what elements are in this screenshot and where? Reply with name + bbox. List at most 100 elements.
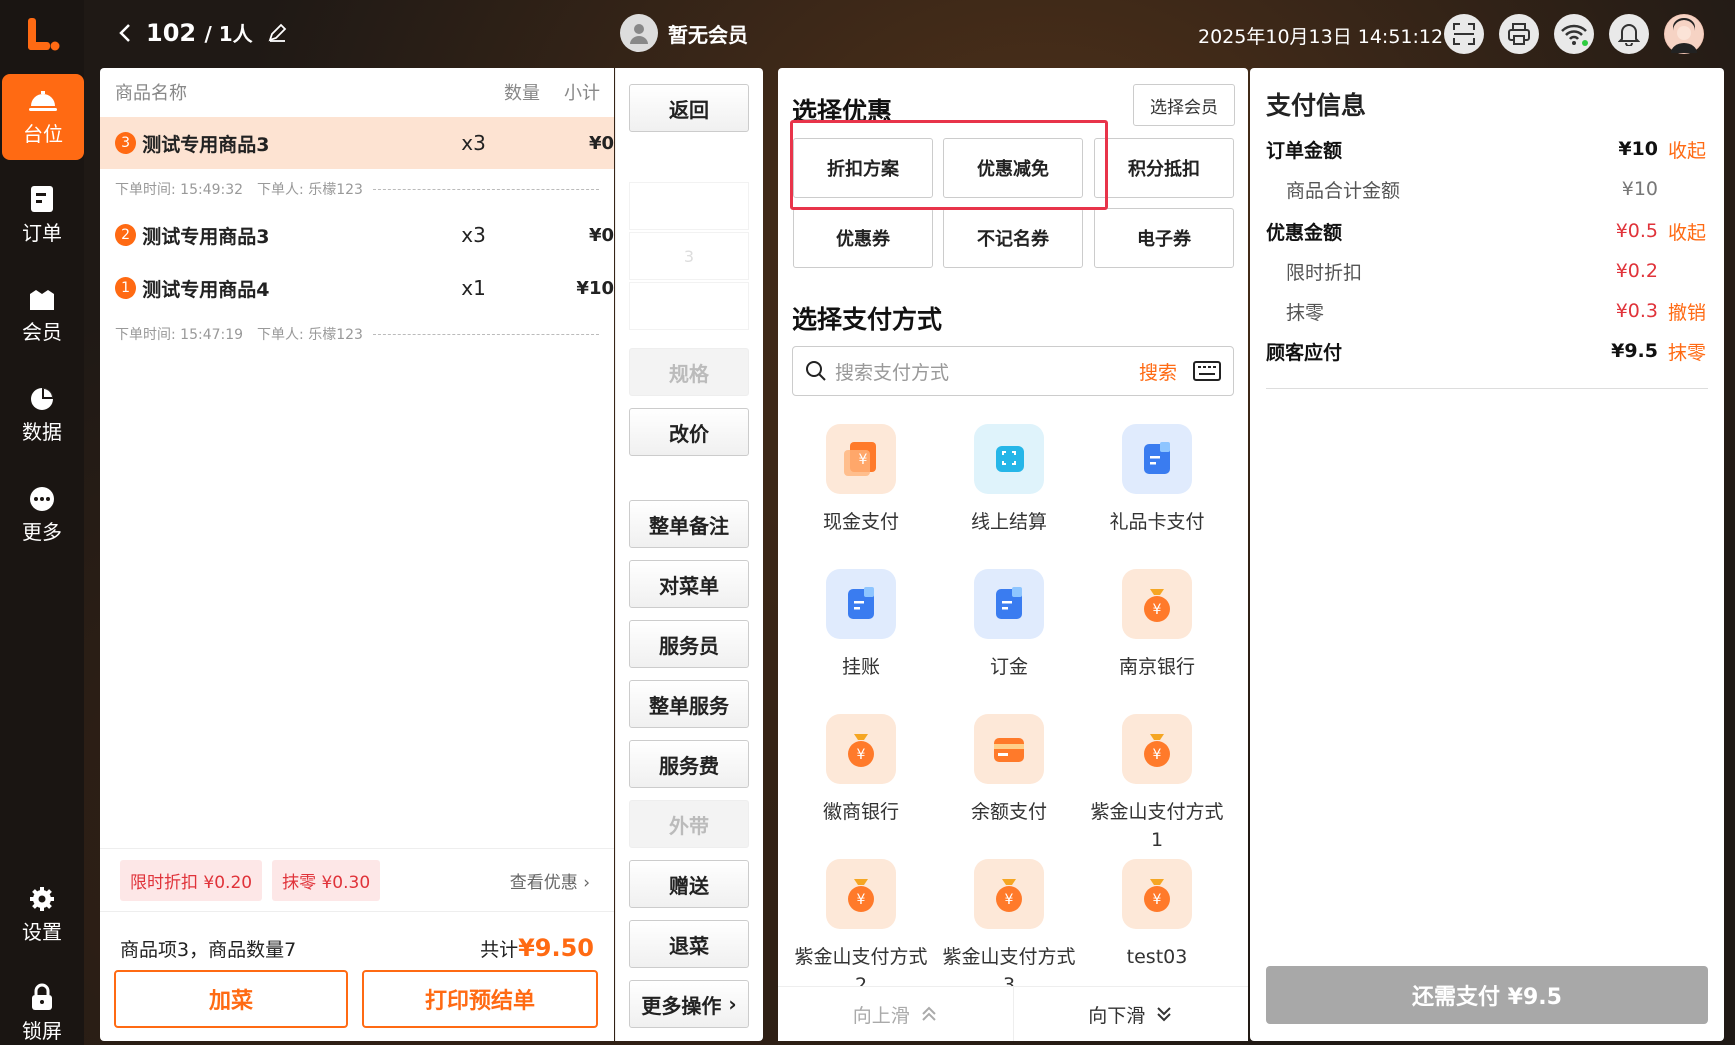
scan-button[interactable]	[1444, 14, 1484, 54]
payment-method-online[interactable]: 线上结算	[939, 424, 1079, 536]
order-panel: 商品名称 数量 小计 3 测试专用商品3 x3 ¥0 下单时间: 15:49:3…	[100, 68, 614, 1041]
payment-method-zijinshan-2[interactable]: ¥ 紫金山支付方式2	[791, 859, 931, 999]
sidebar-item-label: 订单	[22, 220, 62, 245]
svg-text:¥: ¥	[1005, 892, 1014, 908]
undo-rounding-button[interactable]: 撤销	[1668, 298, 1706, 325]
order-user: 下单人: 乐檬123	[257, 327, 363, 343]
payment-method-label: 订金	[989, 656, 1028, 678]
goods-total-label: 商品合计金额	[1286, 179, 1401, 202]
payment-method-cash[interactable]: ¥ 现金支付	[791, 424, 931, 536]
payment-method-label: 现金支付	[822, 511, 899, 533]
payable-label: 顾客应付	[1266, 341, 1343, 364]
add-dish-button[interactable]: 加菜	[114, 970, 348, 1028]
sidebar-item-settings[interactable]: 设置	[0, 872, 84, 958]
item-name: 测试专用商品3	[142, 133, 270, 156]
payment-method-deposit[interactable]: 订金	[939, 569, 1079, 681]
rounding-row: 抹零 ¥0.3 撤销	[1266, 296, 1706, 326]
divider	[372, 333, 599, 335]
print-button[interactable]	[1499, 14, 1539, 54]
coupon-button[interactable]: 优惠券	[793, 208, 933, 268]
return-dish-button[interactable]: 退菜	[629, 920, 749, 968]
gift-button[interactable]: 赠送	[629, 860, 749, 908]
summary-count: 商品项3，商品数量7	[120, 938, 297, 961]
rounding-label: 抹零	[1286, 301, 1325, 324]
scroll-up-button[interactable]: 向上滑	[778, 987, 1014, 1041]
more-actions-button[interactable]: 更多操作 ›	[629, 980, 749, 1028]
order-item-row[interactable]: 3 测试专用商品3 x3 ¥0	[100, 117, 614, 169]
total-value: ¥9.50	[518, 934, 594, 962]
item-qty: x3	[461, 223, 486, 247]
order-amount-label: 订单金额	[1266, 139, 1343, 162]
table-header: 102 / 1人	[118, 18, 287, 47]
svg-text:¥: ¥	[859, 452, 868, 468]
order-remark-button[interactable]: 整单备注	[629, 500, 749, 548]
sidebar-item-label: 数据	[22, 419, 62, 444]
order-item-row[interactable]: 2 测试专用商品3 x3 ¥0	[100, 209, 614, 261]
goods-total-row: 商品合计金额 ¥10	[1266, 174, 1706, 204]
sidebar-item-more[interactable]: 更多	[0, 472, 84, 558]
sidebar-item-lock[interactable]: 锁屏	[0, 970, 84, 1045]
order-time: 下单时间: 15:49:32	[115, 182, 244, 198]
sidebar-item-data[interactable]: 数据	[0, 372, 84, 458]
view-discount-link[interactable]: 查看优惠 ›	[510, 868, 590, 893]
payment-method-nanjing-bank[interactable]: ¥ 南京银行	[1087, 569, 1227, 681]
search-button[interactable]: 搜索	[1139, 358, 1177, 385]
remaining-payment-button[interactable]: 还需支付 ¥9.5	[1266, 966, 1708, 1024]
e-coupon-button[interactable]: 电子券	[1094, 208, 1234, 268]
order-service-button[interactable]: 整单服务	[629, 680, 749, 728]
rounding-value: ¥0.3	[1615, 300, 1658, 322]
order-amount-value: ¥10	[1618, 138, 1658, 160]
round-off-button[interactable]: 抹零	[1668, 338, 1706, 365]
wifi-button[interactable]	[1554, 14, 1594, 54]
member-status[interactable]: 暂无会员	[620, 14, 748, 52]
cash-icon: ¥	[826, 424, 896, 494]
anonymous-coupon-button[interactable]: 不记名券	[943, 208, 1083, 268]
payment-method-giftcard[interactable]: 礼品卡支付	[1087, 424, 1227, 536]
double-chevron-up-icon	[922, 1006, 936, 1021]
waiter-button[interactable]: 服务员	[629, 620, 749, 668]
money-bag-icon: ¥	[974, 859, 1044, 929]
sidebar-item-label: 台位	[23, 121, 63, 146]
collapse-button[interactable]: 收起	[1668, 136, 1706, 163]
item-name: 测试专用商品3	[142, 225, 270, 248]
payment-method-label: test03	[1126, 946, 1188, 968]
payment-method-zijinshan-1[interactable]: ¥ 紫金山支付方式1	[1087, 714, 1227, 854]
user-avatar[interactable]	[1664, 14, 1704, 54]
order-item-row[interactable]: 1 测试专用商品4 x1 ¥10	[100, 262, 614, 314]
payment-section-title: 选择支付方式	[792, 305, 943, 334]
sidebar-item-order[interactable]: 订单	[0, 172, 84, 258]
payment-method-label: 徽商银行	[822, 801, 899, 823]
placeholder-box	[629, 282, 749, 330]
check-menu-button[interactable]: 对菜单	[629, 560, 749, 608]
edit-pencil-icon[interactable]	[267, 23, 287, 43]
spec-button[interactable]: 规格	[629, 348, 749, 396]
back-chevron-icon[interactable]	[118, 22, 132, 44]
change-price-button[interactable]: 改价	[629, 408, 749, 456]
printer-icon	[1508, 23, 1530, 45]
notification-button[interactable]	[1609, 14, 1649, 54]
payment-method-zijinshan-3[interactable]: ¥ 紫金山支付方式3	[939, 859, 1079, 999]
scan-icon	[1453, 23, 1475, 45]
collapse-button[interactable]: 收起	[1668, 218, 1706, 245]
print-pre-bill-button[interactable]: 打印预结单	[362, 970, 598, 1028]
select-member-button[interactable]: 选择会员	[1133, 84, 1235, 126]
back-button[interactable]: 返回	[629, 84, 749, 132]
payment-method-balance[interactable]: 余额支付	[939, 714, 1079, 826]
order-time: 下单时间: 15:47:19	[115, 327, 244, 343]
header-qty: 数量	[504, 83, 540, 104]
payment-method-test03[interactable]: ¥ test03	[1087, 859, 1227, 971]
order-header: 商品名称 数量 小计	[100, 68, 614, 116]
scroll-down-button[interactable]: 向下滑	[1014, 987, 1249, 1041]
member-avatar-icon	[620, 14, 658, 52]
keyboard-icon[interactable]	[1193, 361, 1221, 381]
sidebar-item-member[interactable]: 会员	[0, 272, 84, 358]
payment-search-field[interactable]: 搜索支付方式 搜索	[792, 346, 1234, 396]
bell-icon	[1618, 24, 1640, 46]
takeaway-button[interactable]: 外带	[629, 800, 749, 848]
payment-method-huishang-bank[interactable]: ¥ 徽商银行	[791, 714, 931, 826]
service-fee-button[interactable]: 服务费	[629, 740, 749, 788]
item-subtotal: ¥0	[588, 224, 614, 246]
payment-method-ledger[interactable]: 挂账	[791, 569, 931, 681]
points-deduction-button[interactable]: 积分抵扣	[1094, 138, 1234, 198]
sidebar-item-table[interactable]: 台位	[2, 74, 84, 160]
